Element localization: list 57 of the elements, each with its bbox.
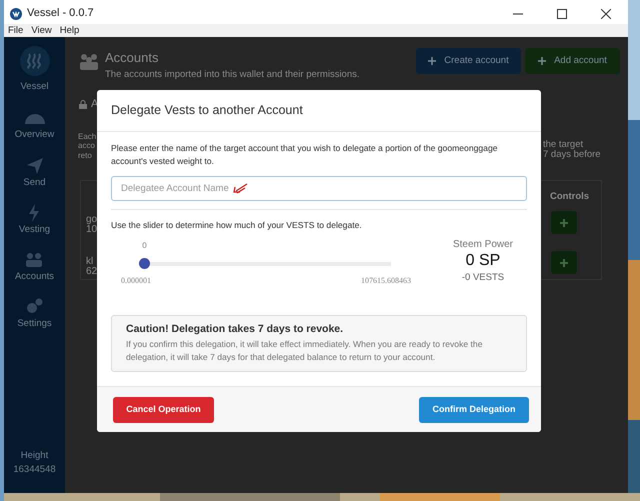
caution-title: Caution! Delegation takes 7 days to revoke. (126, 322, 344, 338)
power-label: Steem Power (452, 238, 513, 252)
height-label: Height (20, 448, 48, 462)
slider-thumb[interactable] (139, 258, 150, 270)
gauge-icon (24, 113, 44, 124)
table-cell: 62 (86, 267, 98, 277)
slider-value: 0 (142, 242, 147, 250)
sidebar-item[interactable]: Accounts (14, 250, 54, 284)
intro-text: the target (543, 140, 584, 150)
dialog-text: Please enter the name of the target account that you wish to delegate a portion of the goomeonggage account's vested weight to. (111, 142, 499, 168)
sidebar-item[interactable]: Send (23, 156, 46, 190)
intro-text: 7 days before (543, 150, 601, 160)
table-cell: kl (86, 257, 94, 267)
plus-icon (538, 57, 546, 66)
create-account-button[interactable]: Create account (416, 48, 521, 74)
confirm-button[interactable]: Confirm Delegation (419, 397, 529, 423)
slider-min-label: 0.000001 (121, 275, 151, 288)
sidebar-item[interactable]: Overview (14, 108, 54, 142)
sidebar-item[interactable]: Vesting (18, 202, 50, 237)
add-button[interactable] (551, 211, 577, 234)
intro-text: Each (78, 132, 96, 142)
plus-icon (560, 258, 568, 266)
add-button[interactable] (551, 251, 577, 274)
dialog-title: Delegate Vests to another Account (97, 90, 541, 132)
users-icon (24, 250, 44, 270)
sidebar-item[interactable]: Settings (17, 297, 52, 332)
account-name-field[interactable]: Delegatee Account Name (111, 176, 527, 201)
vests-amount: -0 VESTS (460, 270, 506, 285)
menu-item[interactable]: View (27, 24, 56, 37)
slider-max-label: 107615.608463 (361, 275, 411, 288)
window-title: Vessel - 0.0.7 (27, 6, 95, 22)
column-header: Controls (550, 190, 590, 204)
menu-item[interactable]: Help (56, 24, 84, 37)
intro-text: acco (78, 141, 95, 151)
slider-help: Use the slider to determine how much of your VESTS to delegate. (111, 218, 363, 232)
table-cell: 10 (86, 225, 98, 235)
plus-icon (428, 57, 436, 66)
table-cell: go (86, 215, 98, 225)
app-logo-icon (10, 8, 22, 20)
close-icon[interactable] (601, 8, 611, 18)
cancel-button[interactable]: Cancel Operation (113, 397, 214, 423)
power-amount: 0 SP (464, 252, 502, 271)
brand-label: Vessel (20, 80, 48, 94)
menu-item[interactable]: File (4, 24, 28, 37)
intro-text: reto (78, 150, 92, 160)
lock-icon (79, 100, 87, 108)
maximize-icon[interactable] (557, 8, 567, 18)
add-account-button[interactable]: Add account (525, 48, 620, 74)
page-subtitle: The accounts imported into this wallet and their permissions. (105, 68, 361, 82)
arrow-icon (232, 182, 248, 194)
plus-icon (560, 218, 568, 226)
paper-plane-icon (24, 156, 44, 176)
users-icon (79, 52, 99, 70)
height-value: 16344548 (13, 462, 56, 477)
page-title: Accounts (105, 49, 160, 67)
logo-icon (20, 46, 50, 76)
caution-text: If you confirm this delegation, it will take effect immediately. When you are ready to revoke the delegation, it will take 7 days for that delegated balance to return to your account. (126, 338, 484, 364)
